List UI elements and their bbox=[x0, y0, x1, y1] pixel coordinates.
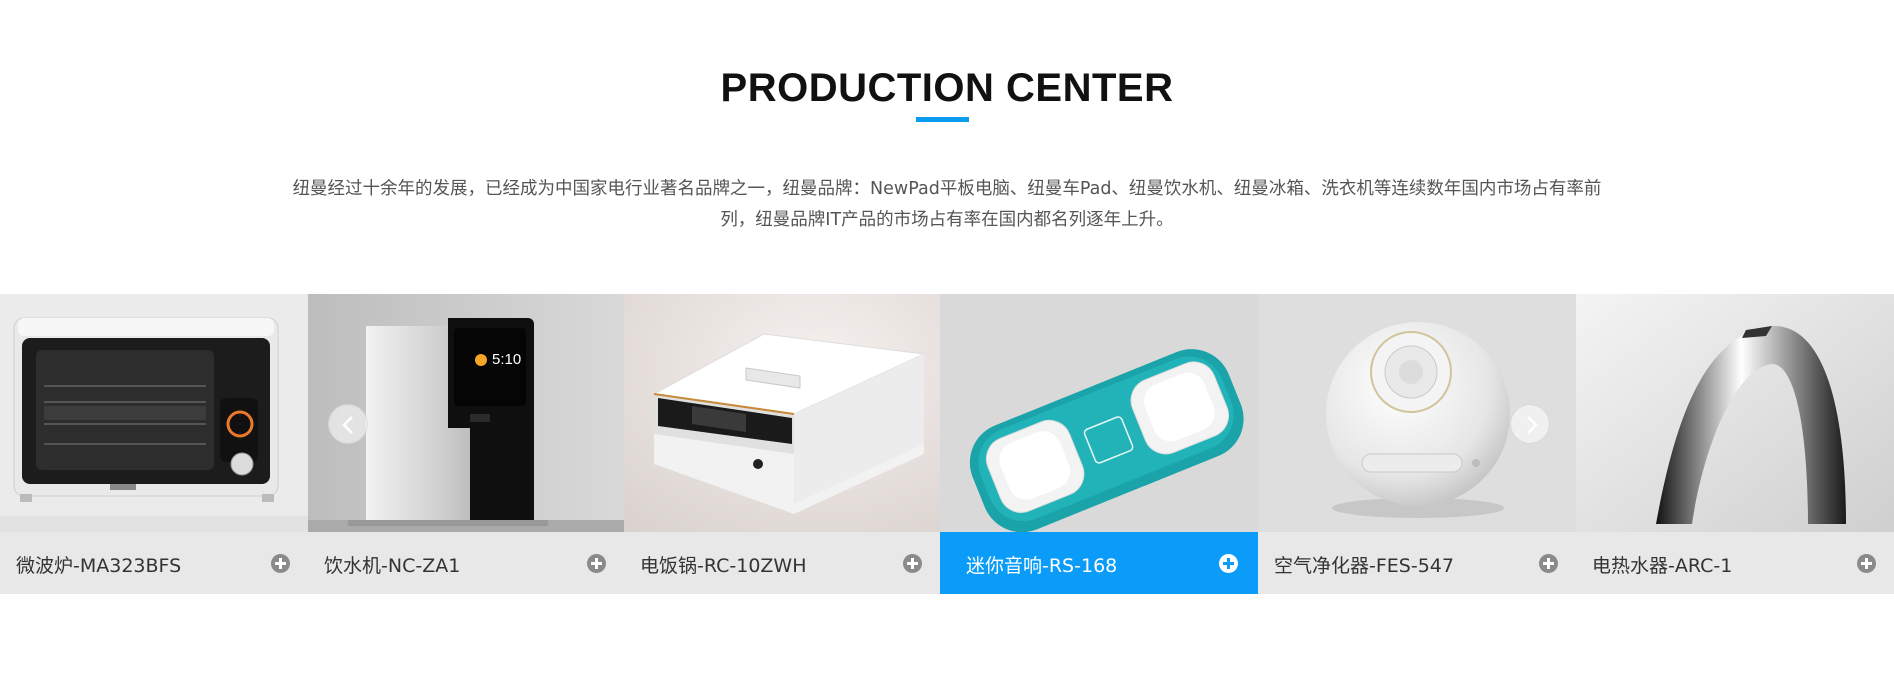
product-carousel: 微波炉-MA323BFS 5:10 饮水机-NC-ZA1 电饭锅-RC-10ZW… bbox=[0, 294, 1894, 594]
chevron-left-icon bbox=[342, 416, 353, 434]
title-underline bbox=[916, 117, 969, 122]
intro-line-2: 列，纽曼品牌IT产品的市场占有率在国内都名列逐年上升。 bbox=[720, 210, 1174, 230]
product-name[interactable]: 饮水机-NC-ZA1 bbox=[324, 551, 460, 578]
product-image-rice-cooker bbox=[624, 294, 940, 532]
product-caption[interactable]: 饮水机-NC-ZA1 bbox=[308, 532, 624, 594]
product-name[interactable]: 电热水器-ARC-1 bbox=[1592, 551, 1732, 578]
product-caption[interactable]: 空气净化器-FES-547 bbox=[1258, 532, 1576, 594]
plus-circle-icon[interactable] bbox=[1857, 554, 1876, 573]
product-image-water-dispenser: 5:10 bbox=[308, 294, 624, 532]
plus-circle-icon[interactable] bbox=[1539, 554, 1558, 573]
product-name[interactable]: 迷你音响-RS-168 bbox=[966, 551, 1117, 578]
plus-circle-icon[interactable] bbox=[587, 554, 606, 573]
product-caption[interactable]: 电热水器-ARC-1 bbox=[1576, 532, 1894, 594]
plus-circle-icon[interactable] bbox=[271, 554, 290, 573]
product-caption[interactable]: 电饭锅-RC-10ZWH bbox=[624, 532, 940, 594]
product-caption[interactable]: 迷你音响-RS-168 bbox=[940, 532, 1258, 594]
intro-line-1: 纽曼经过十余年的发展，已经成为中国家电行业著名品牌之一，纽曼品牌：NewPad平… bbox=[292, 179, 1602, 199]
product-card-water-dispenser[interactable]: 5:10 饮水机-NC-ZA1 bbox=[308, 294, 624, 594]
product-card-air-purifier[interactable]: 空气净化器-FES-547 bbox=[1258, 294, 1576, 594]
plus-circle-icon[interactable] bbox=[1219, 554, 1238, 573]
product-caption[interactable]: 微波炉-MA323BFS bbox=[0, 532, 308, 594]
carousel-next-button[interactable] bbox=[1510, 404, 1550, 444]
product-image-air-purifier bbox=[1258, 294, 1576, 532]
section-title: PRODUCTION CENTER bbox=[720, 66, 1174, 110]
chevron-right-icon bbox=[1527, 416, 1538, 434]
product-image-microwave bbox=[0, 294, 308, 532]
section-intro: 纽曼经过十余年的发展，已经成为中国家电行业著名品牌之一，纽曼品牌：NewPad平… bbox=[280, 174, 1614, 236]
product-card-mini-speaker[interactable]: 迷你音响-RS-168 bbox=[940, 294, 1258, 594]
product-card-microwave[interactable]: 微波炉-MA323BFS bbox=[0, 294, 308, 594]
section-header: PRODUCTION CENTER 纽曼经过十余年的发展，已经成为中国家电行业著… bbox=[0, 0, 1894, 290]
plus-circle-icon[interactable] bbox=[903, 554, 922, 573]
product-card-water-heater[interactable]: 电热水器-ARC-1 bbox=[1576, 294, 1894, 594]
product-name[interactable]: 电饭锅-RC-10ZWH bbox=[640, 551, 807, 578]
product-name[interactable]: 空气净化器-FES-547 bbox=[1274, 551, 1454, 578]
product-name[interactable]: 微波炉-MA323BFS bbox=[16, 551, 181, 578]
carousel-prev-button[interactable] bbox=[328, 404, 368, 444]
product-card-rice-cooker[interactable]: 电饭锅-RC-10ZWH bbox=[624, 294, 940, 594]
product-image-mini-speaker bbox=[940, 294, 1258, 532]
dispenser-screen-time: 5:10 bbox=[492, 351, 521, 368]
product-image-water-heater bbox=[1576, 294, 1894, 532]
